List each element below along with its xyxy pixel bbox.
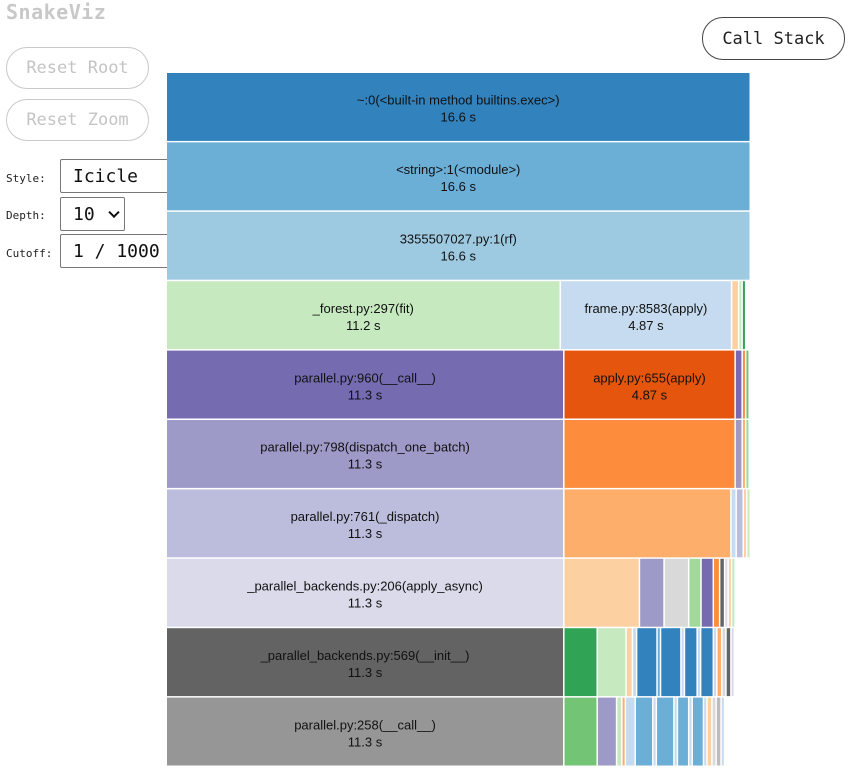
icicle-sliver[interactable] bbox=[736, 489, 743, 558]
icicle-sliver[interactable] bbox=[637, 628, 657, 697]
icicle-sliver[interactable] bbox=[714, 628, 717, 697]
icicle-sliver[interactable] bbox=[597, 697, 616, 766]
icicle-block-time: 11.3 s bbox=[348, 387, 383, 402]
icicle-block-time: 4.87 s bbox=[628, 318, 664, 333]
icicle-sliver[interactable] bbox=[678, 697, 688, 766]
icicle-block-time: 11.3 s bbox=[348, 734, 383, 749]
icicle-sliver[interactable] bbox=[728, 558, 731, 627]
icicle-block-label: parallel.py:798(dispatch_one_batch) bbox=[260, 440, 470, 455]
icicle-sliver[interactable] bbox=[633, 628, 636, 697]
icicle-sliver[interactable] bbox=[617, 697, 622, 766]
icicle-sliver[interactable] bbox=[640, 558, 664, 627]
icicle-sliver[interactable] bbox=[746, 420, 749, 488]
icicle-sliver[interactable] bbox=[689, 558, 701, 627]
icicle-sliver[interactable] bbox=[725, 558, 728, 627]
icicle-sliver[interactable] bbox=[742, 420, 745, 488]
icicle-sliver[interactable] bbox=[597, 628, 626, 697]
icicle-sliver[interactable] bbox=[626, 697, 635, 766]
icicle-sliver[interactable] bbox=[742, 350, 745, 419]
icicle-sliver[interactable] bbox=[721, 697, 724, 766]
icicle-sliver[interactable] bbox=[657, 697, 674, 766]
icicle-block-label: _forest.py:297(fit) bbox=[312, 301, 414, 316]
icicle-sliver[interactable] bbox=[564, 558, 639, 627]
icicle-sliver[interactable] bbox=[692, 697, 703, 766]
icicle-sliver[interactable] bbox=[726, 628, 731, 697]
icicle-sliver[interactable] bbox=[626, 628, 632, 697]
icicle-sliver[interactable] bbox=[704, 697, 707, 766]
icicle-block-label: ~:0(<built-in method builtins.exec>) bbox=[357, 93, 560, 108]
icicle-block-label: parallel.py:960(__call__) bbox=[294, 370, 436, 385]
icicle-sliver[interactable] bbox=[681, 628, 684, 697]
icicle-block-label: parallel.py:258(__call__) bbox=[294, 717, 436, 732]
icicle-sliver[interactable] bbox=[742, 281, 745, 350]
icicle-sliver[interactable] bbox=[689, 697, 692, 766]
icicle-sliver[interactable] bbox=[722, 628, 726, 697]
icicle-block-time: 11.3 s bbox=[348, 665, 383, 680]
icicle-block-label: parallel.py:761(_dispatch) bbox=[291, 509, 440, 524]
icicle-sliver[interactable] bbox=[720, 558, 724, 627]
icicle-sliver[interactable] bbox=[697, 628, 700, 697]
icicle-block-label: _parallel_backends.py:569(__init__) bbox=[260, 648, 470, 663]
icicle-block-time: 11.3 s bbox=[348, 596, 383, 611]
icicle-sliver[interactable] bbox=[712, 697, 716, 766]
icicle-sliver[interactable] bbox=[564, 489, 731, 558]
icicle-sliver[interactable] bbox=[717, 628, 722, 697]
icicle-sliver[interactable] bbox=[622, 697, 625, 766]
icicle-sliver[interactable] bbox=[701, 558, 713, 627]
icicle-sliver[interactable] bbox=[747, 489, 750, 558]
icicle-sliver[interactable] bbox=[564, 628, 597, 697]
icicle-block-time: 16.6 s bbox=[441, 179, 477, 194]
icicle-block-time: 4.87 s bbox=[632, 387, 668, 402]
icicle-sliver[interactable] bbox=[735, 420, 742, 488]
icicle-sliver[interactable] bbox=[657, 628, 660, 697]
icicle-block-label: <string>:1(<module>) bbox=[396, 162, 520, 177]
icicle-block-label: _parallel_backends.py:206(apply_async) bbox=[246, 579, 483, 594]
icicle-block-label: apply.py:655(apply) bbox=[593, 370, 706, 385]
icicle-sliver[interactable] bbox=[707, 697, 712, 766]
icicle-block-label: frame.py:8583(apply) bbox=[585, 301, 708, 316]
icicle-chart: ~:0(<built-in method builtins.exec>) 16.6… bbox=[167, 73, 750, 766]
icicle-sliver[interactable] bbox=[731, 489, 736, 558]
icicle-sliver[interactable] bbox=[701, 628, 713, 697]
icicle-sliver[interactable] bbox=[716, 697, 721, 766]
icicle-sliver[interactable] bbox=[564, 420, 735, 488]
icicle-sliver[interactable] bbox=[635, 697, 653, 766]
icicle-block-time: 16.6 s bbox=[441, 110, 477, 125]
icicle-sliver[interactable] bbox=[661, 628, 681, 697]
icicle-sliver[interactable] bbox=[732, 281, 738, 350]
icicle-sliver[interactable] bbox=[564, 697, 597, 766]
icicle-block-time: 11.3 s bbox=[348, 526, 383, 541]
icicle-sliver[interactable] bbox=[674, 697, 677, 766]
icicle-sliver[interactable] bbox=[653, 697, 656, 766]
icicle-sliver[interactable] bbox=[746, 350, 749, 419]
icicle-sliver[interactable] bbox=[685, 628, 697, 697]
icicle-block-time: 11.3 s bbox=[348, 457, 383, 472]
icicle-sliver[interactable] bbox=[739, 281, 742, 350]
icicle-sliver[interactable] bbox=[664, 558, 688, 627]
icicle-sliver[interactable] bbox=[732, 558, 735, 627]
icicle-block-label: 3355507027.py:1(rf) bbox=[400, 232, 517, 247]
icicle-sliver[interactable] bbox=[714, 558, 719, 627]
icicle-sliver[interactable] bbox=[743, 489, 746, 558]
icicle-block-time: 16.6 s bbox=[441, 249, 477, 264]
icicle-block-time: 11.2 s bbox=[346, 318, 381, 333]
icicle-sliver[interactable] bbox=[731, 628, 734, 697]
icicle-sliver[interactable] bbox=[735, 350, 742, 419]
